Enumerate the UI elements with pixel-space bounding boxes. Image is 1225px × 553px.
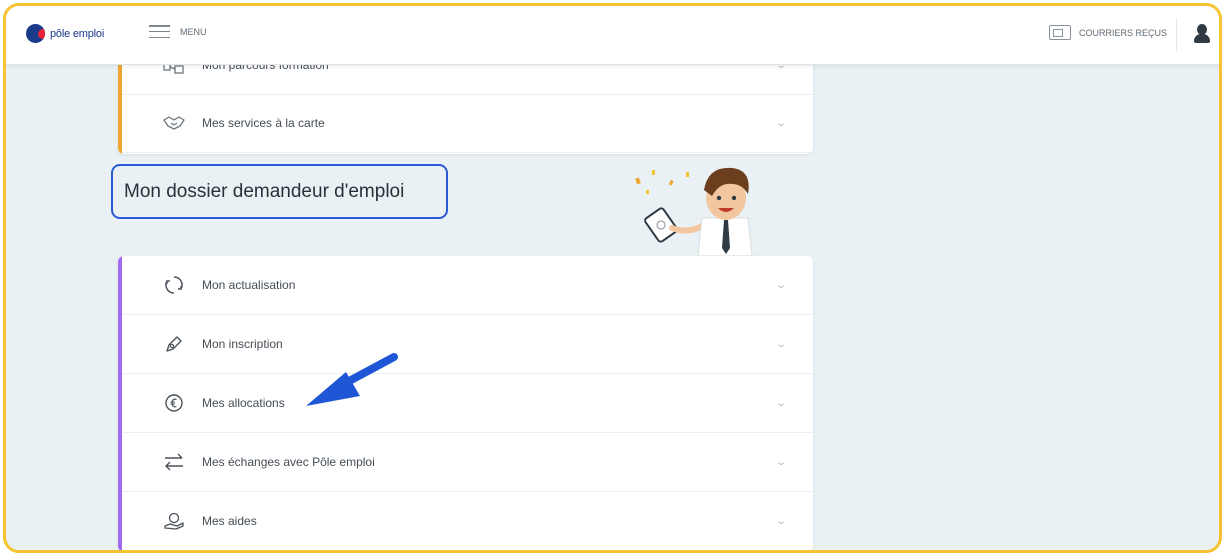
chevron-down-icon: ⌄ [774, 456, 787, 468]
list-item-echanges[interactable]: Mes échanges avec Pôle emploi ⌄ [122, 433, 813, 492]
chevron-down-icon: ⌄ [774, 338, 787, 350]
list-item-label: Mes allocations [202, 396, 285, 410]
refresh-icon [162, 273, 186, 297]
list-item-label: Mes échanges avec Pôle emploi [202, 455, 375, 469]
chevron-down-icon: ⌄ [774, 397, 787, 409]
courriers-recus-label: COURRIERS REÇUS [1079, 27, 1168, 38]
menu-label: MENU [180, 26, 207, 37]
top-bar: pôle emploi MENU COURRIERS REÇUS [6, 6, 1219, 65]
list-item-label: Mes aides [202, 514, 257, 528]
hand-coin-icon [162, 509, 186, 533]
pen-icon [162, 332, 186, 356]
euro-icon [162, 391, 186, 415]
list-item-label: Mon actualisation [202, 278, 296, 292]
pole-emploi-logo[interactable]: pôle emploi [26, 24, 104, 43]
list-item-inscription[interactable]: Mon inscription ⌄ [122, 315, 813, 374]
list-item-label: Mes services à la carte [202, 116, 325, 130]
list-item-label: Mon inscription [202, 337, 283, 351]
person-with-phone-illustration [628, 156, 768, 257]
user-account-button[interactable] [1192, 22, 1214, 46]
screenshot-frame: pôle emploi MENU COURRIERS REÇUS Mon par… [3, 3, 1222, 553]
hamburger-icon [149, 25, 170, 38]
menu-button[interactable]: MENU [149, 25, 207, 38]
exchange-arrows-icon [162, 450, 186, 474]
list-item-allocations[interactable]: Mes allocations ⌄ [122, 374, 813, 433]
chevron-down-icon: ⌄ [774, 117, 787, 129]
section-title-dossier: Mon dossier demandeur d'emploi [111, 164, 448, 219]
dossier-card: Mon actualisation ⌄ Mon inscription ⌄ Me… [118, 256, 813, 550]
courriers-recus-button[interactable]: COURRIERS REÇUS [1049, 25, 1167, 40]
handshake-icon [162, 111, 186, 135]
list-item-aides[interactable]: Mes aides ⌄ [122, 492, 813, 550]
logo-mark-icon [26, 24, 45, 43]
mail-icon [1049, 25, 1071, 40]
topbar-divider [1176, 18, 1177, 52]
list-item-services-a-la-carte[interactable]: Mes services à la carte ⌄ [122, 94, 813, 153]
list-item-actualisation[interactable]: Mon actualisation ⌄ [122, 256, 813, 315]
chevron-down-icon: ⌄ [774, 515, 787, 527]
annotation-arrow-icon [302, 351, 402, 416]
logo-text: pôle emploi [50, 27, 105, 40]
chevron-down-icon: ⌄ [774, 279, 787, 291]
